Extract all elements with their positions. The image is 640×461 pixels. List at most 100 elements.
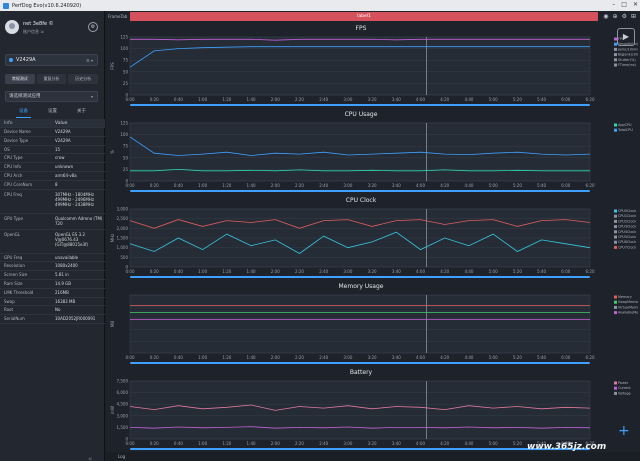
legend-entry: CPU4Clock — [618, 230, 636, 234]
x-tick-label: 5:20 — [513, 97, 522, 102]
settings-gear-icon[interactable]: ⚙ — [88, 22, 98, 32]
frame-tab[interactable]: FrameTab — [106, 14, 128, 19]
timeline-scrollbar[interactable] — [130, 190, 590, 192]
legend-swatch — [614, 386, 617, 390]
timeline-scrollbar[interactable] — [130, 104, 590, 106]
timeline-scrollbar[interactable] — [130, 362, 590, 364]
plot-area — [129, 380, 591, 440]
legend-entry: AvailableMemory — [618, 311, 638, 315]
info-value: 8 — [55, 181, 58, 187]
y-tick-label: 125 — [120, 35, 128, 40]
add-icon[interactable]: ⊞ — [631, 12, 636, 21]
info-value: 15 — [55, 146, 61, 152]
x-tick-label: 4:00 — [416, 441, 425, 446]
label-marker[interactable]: label1 — [130, 12, 598, 21]
x-tick-label: 0:00 — [126, 441, 135, 446]
avatar[interactable] — [5, 20, 19, 34]
info-key: Device Type — [4, 137, 29, 143]
chart-panel: Memory Usage MB 0:00 0:20 0:40 1:00 1:20 1:40 2:… — [108, 283, 638, 369]
legend-swatch — [614, 214, 617, 218]
x-tick-label: 5:40 — [537, 97, 546, 102]
x-tick-label: 3:00 — [343, 97, 352, 102]
tab-normal-test[interactable]: 常规测试 — [5, 74, 35, 84]
settings-icon[interactable]: ⚙ — [622, 12, 627, 21]
y-tick-label: 75 — [123, 144, 129, 149]
legend-entry: SwapMemory — [618, 300, 638, 304]
x-tick-label: 4:40 — [464, 183, 473, 188]
timeline-scrollbar[interactable] — [130, 276, 590, 278]
start-test-button[interactable]: ▶ — [617, 28, 635, 46]
info-key: Ram Size — [4, 280, 23, 286]
label-bar: FrameTab label1 ◉ ⊕ ⚙ ⊞ — [106, 12, 640, 21]
x-tick-label: 4:20 — [440, 355, 449, 360]
device-status-icon — [9, 58, 13, 62]
x-tick-label: 2:00 — [271, 269, 280, 274]
add-chart-button[interactable]: + — [618, 423, 630, 439]
x-tick-label: 1:40 — [247, 183, 256, 188]
x-tick-label: 3:20 — [368, 441, 377, 446]
chart-panel: FPS 0 25 50 75 100 125 FPS 0:00 0:20 0:40 1:00 1:20 1… — [108, 25, 638, 111]
info-key: Resolution — [4, 263, 25, 269]
column-header-info: Info — [4, 121, 13, 126]
chart-svg: 0255075100125%0:00 0:20 0:40 1:00 1:20 1:40 2:… — [110, 121, 633, 192]
user-name: net 3e8fe © — [23, 21, 54, 27]
chart-title: Memory Usage — [338, 283, 384, 290]
x-tick-label: 5:40 — [537, 183, 546, 188]
legend-entry: CPU0Clock — [618, 209, 636, 213]
y-tick-label: 2,000 — [117, 226, 129, 231]
info-key: CPU Type — [4, 155, 23, 161]
info-tabs: 设备 设置 关于 — [0, 107, 105, 118]
table-row: CPU CoreNum 8 — [0, 181, 105, 190]
maximize-icon[interactable]: □ — [621, 1, 627, 8]
location-icon[interactable]: ◉ — [603, 12, 608, 21]
legend-swatch — [614, 305, 617, 309]
y-axis-label: FPS — [110, 62, 115, 70]
tab-settings[interactable]: 设置 — [45, 107, 60, 118]
legend-swatch — [614, 123, 617, 127]
x-tick-label: 6:00 — [561, 269, 570, 274]
table-row: Device Type V2429A — [0, 137, 105, 146]
chart-title: CPU Clock — [345, 197, 377, 204]
info-key: GPU Type — [4, 215, 23, 221]
x-tick-label: 2:00 — [271, 355, 280, 360]
collapse-sidebar-icon[interactable]: « — [88, 455, 92, 461]
info-key: CPU Arch — [4, 172, 23, 178]
x-tick-label: 1:00 — [198, 441, 207, 446]
table-row: GPU Type Qualcomm Adreno (TM) 720 — [0, 214, 105, 230]
info-value: crow — [55, 155, 65, 161]
info-value: arm64-v8a — [55, 172, 77, 178]
table-row: GPU Freq unavailable — [0, 254, 105, 263]
close-icon[interactable]: ✕ — [633, 1, 638, 8]
tab-device[interactable]: 设备 — [16, 107, 31, 118]
tab-history-analysis[interactable]: 历史分析 — [68, 74, 99, 84]
info-key: OpenGL — [4, 231, 21, 237]
legend-swatch — [614, 47, 617, 51]
y-tick-label: 25 — [123, 81, 129, 86]
account-info-link[interactable]: 账户信息 ⇲ — [23, 29, 44, 35]
legend-swatch — [614, 381, 617, 385]
info-key: Screen Size — [4, 272, 28, 278]
y-tick-label: 7,500 — [117, 379, 129, 384]
x-tick-label: 5:40 — [537, 355, 546, 360]
log-toggle[interactable]: Log — [118, 454, 125, 459]
minimize-icon[interactable]: – — [612, 1, 615, 8]
y-axis-label: MHz — [110, 234, 115, 243]
legend-swatch — [614, 295, 617, 299]
tab-about[interactable]: 关于 — [74, 107, 89, 118]
table-row: CPU Info unknown — [0, 163, 105, 172]
x-tick-label: 4:40 — [464, 441, 473, 446]
legend-swatch — [614, 235, 617, 239]
tab-repeat-analysis[interactable]: 重复分析 — [36, 74, 67, 84]
device-select[interactable]: V2429A ⚙ ▾ — [5, 54, 98, 66]
info-key: Swap — [4, 298, 15, 304]
x-tick-label: 4:20 — [440, 97, 449, 102]
legend-swatch — [614, 219, 617, 223]
info-value: V2429A — [55, 137, 71, 143]
x-tick-label: 2:00 — [271, 441, 280, 446]
legend-entry: CPU1Clock — [618, 214, 636, 218]
timeline-scrollbar[interactable] — [130, 448, 590, 450]
legend-entry: FTime(ms) — [618, 63, 637, 67]
y-tick-label: 100 — [120, 132, 128, 137]
app-select[interactable]: 请选择测试应用 ▾ — [5, 91, 98, 102]
globe-icon[interactable]: ⊕ — [613, 12, 618, 21]
